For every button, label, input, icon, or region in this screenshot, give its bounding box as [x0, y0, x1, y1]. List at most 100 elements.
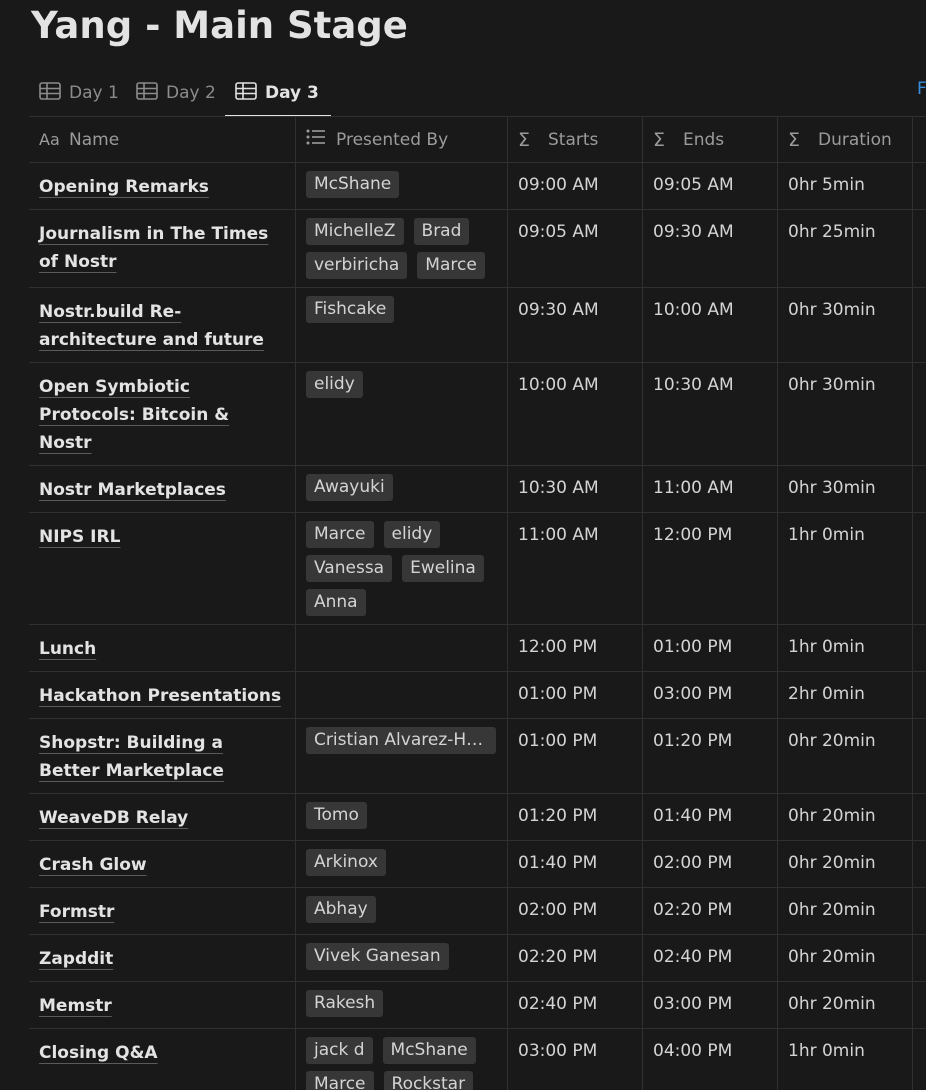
cell-duration[interactable]: 0hr 20min — [778, 982, 913, 1028]
session-name-link[interactable]: Formstr — [39, 902, 114, 922]
cell-presented-by[interactable]: McShane — [296, 163, 508, 209]
cell-name[interactable]: Shopstr: Building a Better Marketplace — [29, 719, 296, 793]
cell-ends[interactable]: 02:00 PM — [643, 841, 778, 887]
cell-presented-by[interactable]: Tomo — [296, 794, 508, 840]
session-name-link[interactable]: NIPS IRL — [39, 527, 120, 547]
cell-ends[interactable]: 03:00 PM — [643, 982, 778, 1028]
table-row[interactable]: NIPS IRL Marce elidy Vanessa Ewelina Anna 11:0… — [29, 513, 926, 625]
table-row[interactable]: Shopstr: Building a Better Marketplace Cr… — [29, 719, 926, 794]
cell-presented-by[interactable]: Vivek Ganesan — [296, 935, 508, 981]
cell-duration[interactable]: 0hr 25min — [778, 210, 913, 287]
cell-presented-by[interactable]: Arkinox — [296, 841, 508, 887]
table-row[interactable]: Lunch 12:00 PM 01:00 PM 1hr 0min — [29, 625, 926, 672]
cell-name[interactable]: Zapddit — [29, 935, 296, 981]
cell-name[interactable]: Journalism in The Times of Nostr — [29, 210, 296, 287]
session-name-link[interactable]: Zapddit — [39, 949, 113, 969]
cell-starts[interactable]: 01:40 PM — [508, 841, 643, 887]
cell-ends[interactable]: 01:00 PM — [643, 625, 778, 671]
cell-presented-by[interactable]: Cristian Alvarez-He... — [296, 719, 508, 793]
session-name-link[interactable]: Shopstr: Building a Better Marketplace — [39, 733, 224, 781]
session-name-link[interactable]: Opening Remarks — [39, 177, 209, 197]
cell-duration[interactable]: 0hr 20min — [778, 841, 913, 887]
session-name-link[interactable]: Lunch — [39, 639, 96, 659]
cell-ends[interactable]: 09:05 AM — [643, 163, 778, 209]
cell-name[interactable]: Closing Q&A — [29, 1029, 296, 1090]
cell-duration[interactable]: 0hr 30min — [778, 466, 913, 512]
cell-starts[interactable]: 01:00 PM — [508, 672, 643, 718]
cell-presented-by[interactable]: Abhay — [296, 888, 508, 934]
cell-presented-by[interactable]: elidy — [296, 363, 508, 465]
cell-name[interactable]: Open Symbiotic Protocols: Bitcoin & Nost… — [29, 363, 296, 465]
cell-presented-by[interactable]: Marce elidy Vanessa Ewelina Anna — [296, 513, 508, 624]
cell-ends[interactable]: 03:00 PM — [643, 672, 778, 718]
cell-starts[interactable]: 01:20 PM — [508, 794, 643, 840]
cell-name[interactable]: Memstr — [29, 982, 296, 1028]
cell-starts[interactable]: 01:00 PM — [508, 719, 643, 793]
cell-starts[interactable]: 09:05 AM — [508, 210, 643, 287]
column-header-starts[interactable]: Σ Starts — [508, 117, 643, 162]
cell-name[interactable]: Hackathon Presentations — [29, 672, 296, 718]
cell-duration[interactable]: 0hr 20min — [778, 794, 913, 840]
cell-name[interactable]: NIPS IRL — [29, 513, 296, 624]
cell-name[interactable]: Nostr.build Re-architecture and future — [29, 288, 296, 362]
cell-starts[interactable]: 10:30 AM — [508, 466, 643, 512]
cell-duration[interactable]: 0hr 5min — [778, 163, 913, 209]
cell-starts[interactable]: 10:00 AM — [508, 363, 643, 465]
cell-ends[interactable]: 10:30 AM — [643, 363, 778, 465]
cell-ends[interactable]: 09:30 AM — [643, 210, 778, 287]
cell-duration[interactable]: 1hr 0min — [778, 625, 913, 671]
table-row[interactable]: Open Symbiotic Protocols: Bitcoin & Nost… — [29, 363, 926, 466]
cell-name[interactable]: Nostr Marketplaces — [29, 466, 296, 512]
cell-name[interactable]: Opening Remarks — [29, 163, 296, 209]
cell-presented-by[interactable]: Awayuki — [296, 466, 508, 512]
cell-ends[interactable]: 10:00 AM — [643, 288, 778, 362]
cell-starts[interactable]: 03:00 PM — [508, 1029, 643, 1090]
cell-name[interactable]: WeaveDB Relay — [29, 794, 296, 840]
cell-ends[interactable]: 01:20 PM — [643, 719, 778, 793]
column-header-duration[interactable]: Σ Duration — [778, 117, 913, 162]
cell-presented-by[interactable]: Fishcake — [296, 288, 508, 362]
column-header-presented-by[interactable]: Presented By — [296, 117, 508, 162]
cell-name[interactable]: Formstr — [29, 888, 296, 934]
filter-button[interactable]: F — [917, 79, 926, 99]
cell-duration[interactable]: 0hr 20min — [778, 888, 913, 934]
cell-presented-by[interactable]: MichelleZ Brad verbiricha Marce — [296, 210, 508, 287]
cell-presented-by[interactable]: Rakesh — [296, 982, 508, 1028]
cell-ends[interactable]: 02:20 PM — [643, 888, 778, 934]
table-row[interactable]: WeaveDB Relay Tomo 01:20 PM 01:40 PM 0hr 20m… — [29, 794, 926, 841]
session-name-link[interactable]: Memstr — [39, 996, 112, 1016]
session-name-link[interactable]: Nostr.build Re-architecture and future — [39, 302, 264, 350]
cell-duration[interactable]: 0hr 20min — [778, 719, 913, 793]
session-name-link[interactable]: Journalism in The Times of Nostr — [39, 224, 268, 272]
cell-duration[interactable]: 1hr 0min — [778, 1029, 913, 1090]
table-row[interactable]: Opening Remarks McShane 09:00 AM 09:05 AM 0h… — [29, 163, 926, 210]
session-name-link[interactable]: Nostr Marketplaces — [39, 480, 226, 500]
cell-starts[interactable]: 02:40 PM — [508, 982, 643, 1028]
column-header-ends[interactable]: Σ Ends — [643, 117, 778, 162]
cell-presented-by[interactable] — [296, 672, 508, 718]
cell-presented-by[interactable] — [296, 625, 508, 671]
cell-starts[interactable]: 09:30 AM — [508, 288, 643, 362]
table-row[interactable]: Formstr Abhay 02:00 PM 02:20 PM 0hr 20min — [29, 888, 926, 935]
table-row[interactable]: Memstr Rakesh 02:40 PM 03:00 PM 0hr 20min — [29, 982, 926, 1029]
table-row[interactable]: Nostr.build Re-architecture and future Fi… — [29, 288, 926, 363]
cell-ends[interactable]: 01:40 PM — [643, 794, 778, 840]
cell-ends[interactable]: 12:00 PM — [643, 513, 778, 624]
tab-day-3[interactable]: Day 3 — [225, 70, 331, 117]
session-name-link[interactable]: WeaveDB Relay — [39, 808, 188, 828]
cell-duration[interactable]: 1hr 0min — [778, 513, 913, 624]
cell-duration[interactable]: 0hr 30min — [778, 363, 913, 465]
table-row[interactable]: Zapddit Vivek Ganesan 02:20 PM 02:40 PM 0hr … — [29, 935, 926, 982]
session-name-link[interactable]: Hackathon Presentations — [39, 686, 281, 706]
tab-day-1[interactable]: Day 1 — [39, 70, 119, 116]
cell-starts[interactable]: 11:00 AM — [508, 513, 643, 624]
table-row[interactable]: Nostr Marketplaces Awayuki 10:30 AM 11:00 A… — [29, 466, 926, 513]
cell-duration[interactable]: 0hr 20min — [778, 935, 913, 981]
cell-duration[interactable]: 2hr 0min — [778, 672, 913, 718]
cell-ends[interactable]: 04:00 PM — [643, 1029, 778, 1090]
cell-starts[interactable]: 02:20 PM — [508, 935, 643, 981]
cell-ends[interactable]: 11:00 AM — [643, 466, 778, 512]
table-row[interactable]: Crash Glow Arkinox 01:40 PM 02:00 PM 0hr 20m… — [29, 841, 926, 888]
cell-starts[interactable]: 09:00 AM — [508, 163, 643, 209]
session-name-link[interactable]: Open Symbiotic Protocols: Bitcoin & Nost… — [39, 377, 229, 453]
